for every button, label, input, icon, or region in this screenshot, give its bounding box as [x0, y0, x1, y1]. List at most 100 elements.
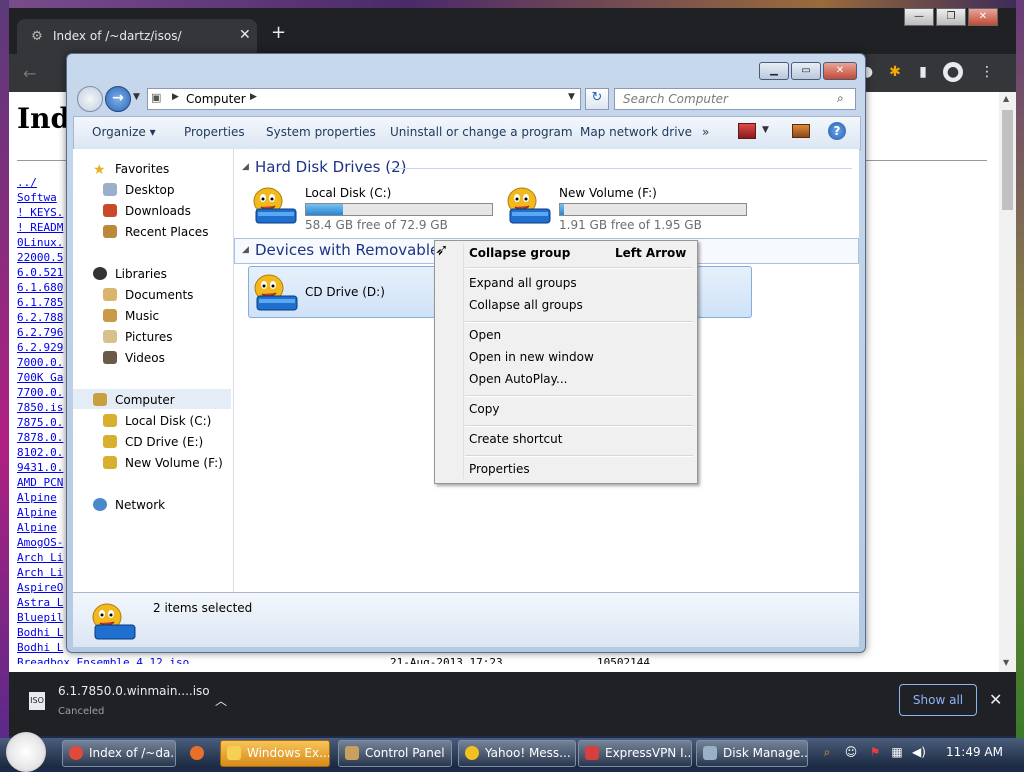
nav-recent-places[interactable]: Recent Places [125, 225, 208, 239]
show-all-button[interactable]: Show all [899, 684, 977, 716]
file-link[interactable]: Alpine [17, 521, 57, 534]
group-header-hard-disks[interactable]: Hard Disk Drives (2) [255, 158, 406, 176]
file-link[interactable]: 6.2.929 [17, 341, 63, 354]
taskbar-expressvpn-button[interactable]: ExpressVPN I... [578, 740, 692, 767]
collapse-triangle-icon[interactable]: ◢ [242, 162, 249, 172]
breadcrumb-arrow-icon[interactable]: ▶ [250, 92, 257, 102]
uninstall-program-button[interactable]: Uninstall or change a program [390, 125, 573, 139]
file-link[interactable]: Bodhi L [17, 641, 63, 654]
forward-button[interactable]: → [105, 86, 131, 112]
nav-music[interactable]: Music [125, 309, 159, 323]
menu-item-collapse-group[interactable]: Collapse group [469, 246, 570, 260]
menu-item-open[interactable]: Open [469, 328, 501, 342]
organize-button[interactable]: Organize ▾ [92, 125, 156, 139]
more-commands-button[interactable]: » [702, 125, 709, 139]
file-link[interactable]: ! KEYS. [17, 206, 63, 219]
properties-button[interactable]: Properties [184, 125, 245, 139]
menu-item-expand-all-groups[interactable]: Expand all groups [469, 276, 577, 290]
yahoo-tray-icon[interactable]: ☺ [844, 745, 858, 759]
map-network-drive-button[interactable]: Map network drive [580, 125, 692, 139]
file-link[interactable]: 7700.0. [17, 386, 63, 399]
help-icon[interactable]: ? [828, 122, 846, 140]
menu-item-copy[interactable]: Copy [469, 402, 499, 416]
file-link[interactable]: 7875.0. [17, 416, 63, 429]
menu-item-open-new-window[interactable]: Open in new window [469, 350, 594, 364]
close-download-bar-icon[interactable]: ✕ [989, 690, 1002, 709]
file-link[interactable]: Astra L [17, 596, 63, 609]
minimize-button[interactable]: — [904, 8, 934, 26]
search-input[interactable]: Search Computer ⌕ [614, 88, 856, 110]
file-link[interactable]: 700K Ga [17, 371, 63, 384]
file-link[interactable]: 6.1.785 [17, 296, 63, 309]
nav-computer[interactable]: Computer [115, 393, 175, 407]
view-dropdown-icon[interactable]: ▼ [762, 125, 769, 135]
file-link[interactable]: 6.1.680 [17, 281, 63, 294]
file-link[interactable]: Bodhi L [17, 626, 63, 639]
address-bar[interactable]: ▣ ▶ Computer ▶ ▼ [147, 88, 581, 110]
breadcrumb-arrow-icon[interactable]: ▶ [172, 92, 179, 102]
nav-desktop[interactable]: Desktop [125, 183, 175, 197]
file-link[interactable]: ! READM [17, 221, 63, 234]
menu-item-properties[interactable]: Properties [469, 462, 530, 476]
file-link[interactable]: Softwa [17, 191, 57, 204]
close-button[interactable]: ✕ [823, 62, 857, 80]
address-dropdown-icon[interactable]: ▼ [568, 92, 575, 102]
network-tray-icon[interactable]: ▦ [890, 745, 904, 759]
preview-pane-icon[interactable] [792, 124, 810, 138]
nav-local-disk-c[interactable]: Local Disk (C:) [125, 414, 211, 428]
download-file-name[interactable]: 6.1.7850.0.winmain....iso [58, 684, 210, 698]
nav-documents[interactable]: Documents [125, 288, 193, 302]
file-link[interactable]: Alpine [17, 491, 57, 504]
action-center-icon[interactable]: ⚑ [868, 745, 882, 759]
nav-cd-drive-e[interactable]: CD Drive (E:) [125, 435, 203, 449]
file-link[interactable]: 22000.5 [17, 251, 63, 264]
profile-avatar-icon[interactable]: ● [943, 62, 963, 82]
puzzle-icon[interactable]: ✱ [885, 62, 905, 82]
nav-network[interactable]: Network [115, 498, 165, 512]
collapse-triangle-icon[interactable]: ◢ [242, 245, 249, 255]
maximize-button[interactable]: ❐ [936, 8, 966, 26]
file-link[interactable]: 6.2.788 [17, 311, 63, 324]
close-button[interactable]: ✕ [968, 8, 998, 26]
drive-name-c[interactable]: Local Disk (C:) [305, 186, 391, 200]
back-button[interactable] [77, 86, 103, 112]
scroll-up-icon[interactable]: ▲ [1003, 94, 1009, 103]
nav-downloads[interactable]: Downloads [125, 204, 191, 218]
nav-new-volume-f[interactable]: New Volume (F:) [125, 456, 223, 470]
system-properties-button[interactable]: System properties [266, 125, 376, 139]
breadcrumb-computer[interactable]: Computer [186, 92, 246, 106]
file-link[interactable]: Breadbox Ensemble 4.12.iso [17, 656, 189, 664]
clock[interactable]: 11:49 AM [946, 745, 1003, 759]
new-tab-button[interactable]: + [271, 22, 286, 43]
nav-favorites[interactable]: Favorites [115, 162, 169, 176]
back-arrow-icon[interactable]: ← [23, 64, 36, 83]
file-link[interactable]: 6.0.521 [17, 266, 63, 279]
recent-pages-dropdown-icon[interactable]: ▼ [133, 92, 140, 102]
file-link[interactable]: AMD PCN [17, 476, 63, 489]
file-link[interactable]: Arch Li [17, 551, 63, 564]
file-link[interactable]: 8102.0. [17, 446, 63, 459]
file-link[interactable]: 7850.is [17, 401, 63, 414]
file-link[interactable]: 9431.0. [17, 461, 63, 474]
file-link[interactable]: 6.2.796 [17, 326, 63, 339]
firefox-icon[interactable] [190, 746, 204, 760]
nav-videos[interactable]: Videos [125, 351, 165, 365]
file-link[interactable]: 0Linux. [17, 236, 63, 249]
scroll-down-icon[interactable]: ▼ [1003, 658, 1009, 667]
scroll-thumb[interactable] [1002, 110, 1013, 210]
chevron-up-icon[interactable]: ︿ [215, 692, 227, 709]
tab-close-icon[interactable]: ✕ [239, 27, 251, 43]
drive-name-f[interactable]: New Volume (F:) [559, 186, 657, 200]
file-link[interactable]: Bluepil [17, 611, 63, 624]
file-link[interactable]: AspireO [17, 581, 63, 594]
taskbar-chrome-button[interactable]: Index of /~da... [62, 740, 176, 767]
browser-tab[interactable]: ⚙ Index of /~dartz/isos/ ✕ [17, 19, 257, 54]
file-link[interactable]: ../ [17, 176, 37, 189]
file-link[interactable]: Alpine [17, 506, 57, 519]
file-link[interactable]: AmogOS- [17, 536, 63, 549]
taskbar-control-panel-button[interactable]: Control Panel [338, 740, 452, 767]
maximize-button[interactable]: ▭ [791, 62, 821, 80]
nav-pictures[interactable]: Pictures [125, 330, 173, 344]
volume-icon[interactable]: ◀) [912, 745, 926, 759]
start-button[interactable] [6, 732, 46, 772]
